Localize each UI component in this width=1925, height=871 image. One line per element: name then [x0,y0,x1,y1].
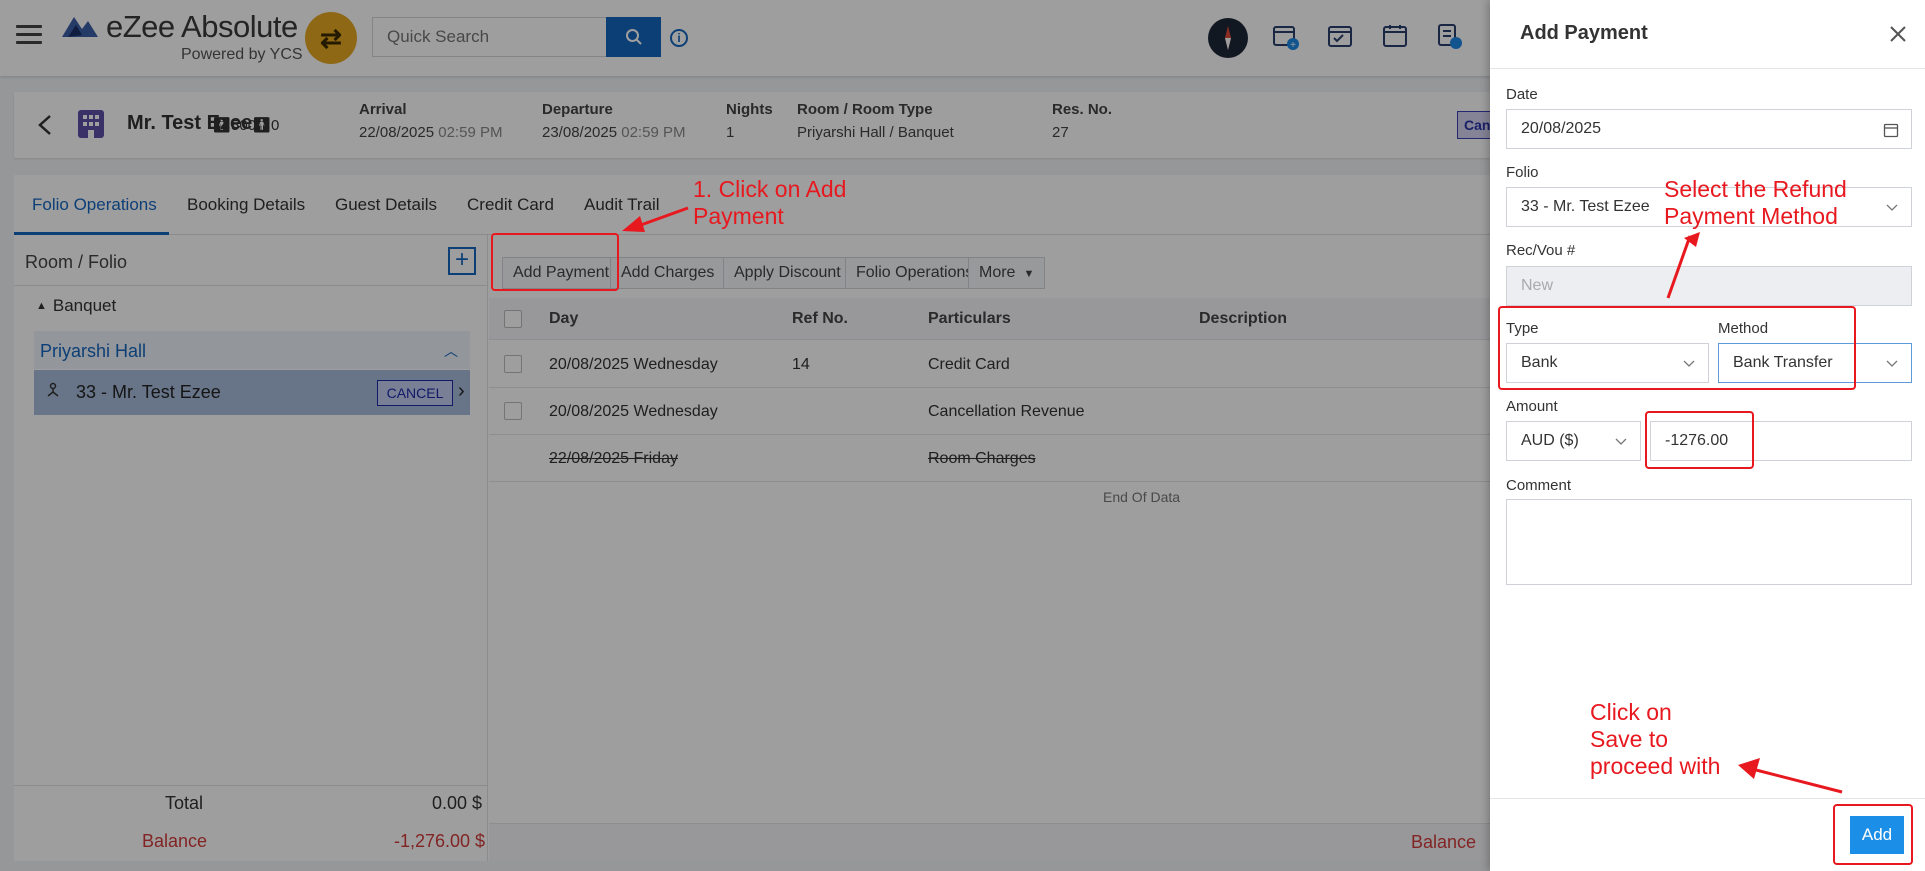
annotation-arrow-save [1738,758,1843,794]
annotation-arrow-refund [1666,232,1700,299]
annotation-arrows [622,206,1843,794]
annotation-arrow-step1 [622,206,689,232]
